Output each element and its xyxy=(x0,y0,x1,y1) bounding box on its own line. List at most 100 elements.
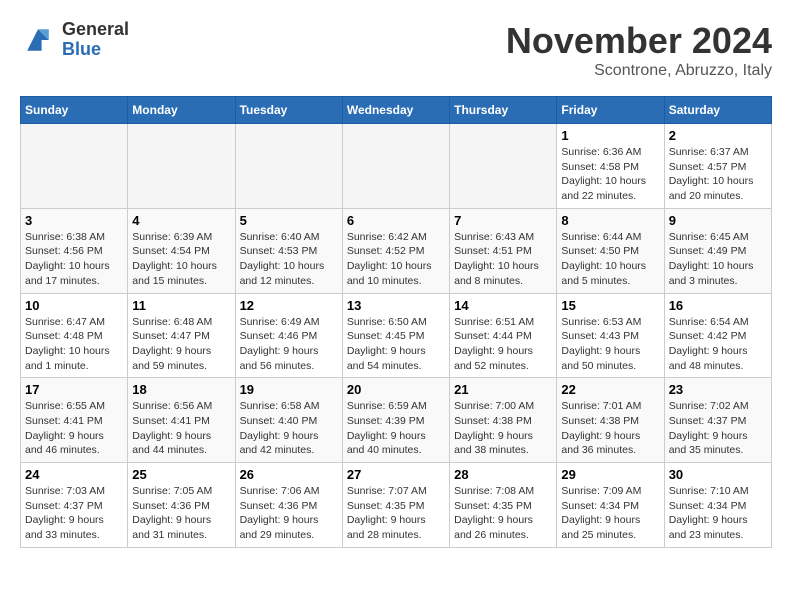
day-info: Sunrise: 6:56 AMSunset: 4:41 PMDaylight:… xyxy=(132,399,230,458)
day-number: 5 xyxy=(240,213,338,228)
day-number: 6 xyxy=(347,213,445,228)
day-info: Sunrise: 6:58 AMSunset: 4:40 PMDaylight:… xyxy=(240,399,338,458)
day-info: Sunrise: 6:50 AMSunset: 4:45 PMDaylight:… xyxy=(347,315,445,374)
weekday-header: Wednesday xyxy=(342,97,449,124)
calendar-week-row: 3Sunrise: 6:38 AMSunset: 4:56 PMDaylight… xyxy=(21,208,772,293)
day-info: Sunrise: 7:09 AMSunset: 4:34 PMDaylight:… xyxy=(561,484,659,543)
title-block: November 2024 Scontrone, Abruzzo, Italy xyxy=(506,20,772,80)
location-title: Scontrone, Abruzzo, Italy xyxy=(506,62,772,80)
day-number: 30 xyxy=(669,467,767,482)
calendar-cell: 24Sunrise: 7:03 AMSunset: 4:37 PMDayligh… xyxy=(21,463,128,548)
day-number: 11 xyxy=(132,298,230,313)
day-info: Sunrise: 6:54 AMSunset: 4:42 PMDaylight:… xyxy=(669,315,767,374)
calendar-cell: 18 Sunrise: 6:56 AMSunset: 4:41 PMDayligh… xyxy=(128,378,235,463)
day-number: 25 xyxy=(132,467,230,482)
day-info: Sunrise: 6:40 AMSunset: 4:53 PMDaylight:… xyxy=(240,230,338,289)
calendar-cell xyxy=(21,124,128,209)
calendar-cell xyxy=(342,124,449,209)
calendar-cell: 29 Sunrise: 7:09 AMSunset: 4:34 PMDayligh… xyxy=(557,463,664,548)
day-info: Sunrise: 7:07 AMSunset: 4:35 PMDaylight:… xyxy=(347,484,445,543)
calendar-week-row: 17 Sunrise: 6:55 AMSunset: 4:41 PMDayligh… xyxy=(21,378,772,463)
calendar-cell: 15 Sunrise: 6:53 AMSunset: 4:43 PMDayligh… xyxy=(557,293,664,378)
page-header: General Blue November 2024 Scontrone, Ab… xyxy=(20,20,772,80)
logo-text: General Blue xyxy=(62,20,129,60)
day-number: 18 xyxy=(132,382,230,397)
day-info: Sunrise: 7:02 AMSunset: 4:37 PMDaylight:… xyxy=(669,399,767,458)
day-info: Sunrise: 7:05 AMSunset: 4:36 PMDaylight:… xyxy=(132,484,230,543)
calendar-cell: 28Sunrise: 7:08 AMSunset: 4:35 PMDayligh… xyxy=(450,463,557,548)
day-number: 9 xyxy=(669,213,767,228)
day-number: 26 xyxy=(240,467,338,482)
day-info: Sunrise: 6:48 AMSunset: 4:47 PMDaylight:… xyxy=(132,315,230,374)
calendar-cell: 26Sunrise: 7:06 AMSunset: 4:36 PMDayligh… xyxy=(235,463,342,548)
day-number: 4 xyxy=(132,213,230,228)
day-number: 21 xyxy=(454,382,552,397)
day-number: 29 xyxy=(561,467,659,482)
day-number: 8 xyxy=(561,213,659,228)
day-number: 20 xyxy=(347,382,445,397)
day-info: Sunrise: 7:00 AMSunset: 4:38 PMDaylight:… xyxy=(454,399,552,458)
day-info: Sunrise: 6:45 AMSunset: 4:49 PMDaylight:… xyxy=(669,230,767,289)
day-number: 1 xyxy=(561,128,659,143)
weekday-header: Monday xyxy=(128,97,235,124)
calendar-cell: 13 Sunrise: 6:50 AMSunset: 4:45 PMDayligh… xyxy=(342,293,449,378)
day-info: Sunrise: 6:42 AMSunset: 4:52 PMDaylight:… xyxy=(347,230,445,289)
calendar-cell: 22 Sunrise: 7:01 AMSunset: 4:38 PMDayligh… xyxy=(557,378,664,463)
calendar-week-row: 24Sunrise: 7:03 AMSunset: 4:37 PMDayligh… xyxy=(21,463,772,548)
day-number: 19 xyxy=(240,382,338,397)
day-info: Sunrise: 7:01 AMSunset: 4:38 PMDaylight:… xyxy=(561,399,659,458)
calendar-cell: 6 Sunrise: 6:42 AMSunset: 4:52 PMDaylight… xyxy=(342,208,449,293)
calendar-table: SundayMondayTuesdayWednesdayThursdayFrid… xyxy=(20,96,772,548)
calendar-cell: 21 Sunrise: 7:00 AMSunset: 4:38 PMDayligh… xyxy=(450,378,557,463)
day-number: 14 xyxy=(454,298,552,313)
day-info: Sunrise: 6:51 AMSunset: 4:44 PMDaylight:… xyxy=(454,315,552,374)
day-number: 16 xyxy=(669,298,767,313)
calendar-cell: 10Sunrise: 6:47 AMSunset: 4:48 PMDayligh… xyxy=(21,293,128,378)
calendar-cell: 12 Sunrise: 6:49 AMSunset: 4:46 PMDayligh… xyxy=(235,293,342,378)
month-title: November 2024 xyxy=(506,20,772,62)
calendar-cell: 27Sunrise: 7:07 AMSunset: 4:35 PMDayligh… xyxy=(342,463,449,548)
calendar-cell: 2 Sunrise: 6:37 AMSunset: 4:57 PMDaylight… xyxy=(664,124,771,209)
calendar-cell: 9 Sunrise: 6:45 AMSunset: 4:49 PMDaylight… xyxy=(664,208,771,293)
calendar-cell: 4Sunrise: 6:39 AMSunset: 4:54 PMDaylight… xyxy=(128,208,235,293)
day-info: Sunrise: 7:08 AMSunset: 4:35 PMDaylight:… xyxy=(454,484,552,543)
day-info: Sunrise: 6:49 AMSunset: 4:46 PMDaylight:… xyxy=(240,315,338,374)
calendar-week-row: 1 Sunrise: 6:36 AMSunset: 4:58 PMDaylight… xyxy=(21,124,772,209)
day-number: 13 xyxy=(347,298,445,313)
weekday-header: Saturday xyxy=(664,97,771,124)
day-number: 24 xyxy=(25,467,123,482)
day-number: 17 xyxy=(25,382,123,397)
calendar-cell: 8 Sunrise: 6:44 AMSunset: 4:50 PMDaylight… xyxy=(557,208,664,293)
calendar-cell: 19 Sunrise: 6:58 AMSunset: 4:40 PMDayligh… xyxy=(235,378,342,463)
calendar-cell: 5 Sunrise: 6:40 AMSunset: 4:53 PMDaylight… xyxy=(235,208,342,293)
calendar-cell: 25 Sunrise: 7:05 AMSunset: 4:36 PMDayligh… xyxy=(128,463,235,548)
day-info: Sunrise: 6:53 AMSunset: 4:43 PMDaylight:… xyxy=(561,315,659,374)
calendar-week-row: 10Sunrise: 6:47 AMSunset: 4:48 PMDayligh… xyxy=(21,293,772,378)
calendar-cell: 7 Sunrise: 6:43 AMSunset: 4:51 PMDaylight… xyxy=(450,208,557,293)
day-number: 12 xyxy=(240,298,338,313)
weekday-header: Thursday xyxy=(450,97,557,124)
day-info: Sunrise: 6:38 AMSunset: 4:56 PMDaylight:… xyxy=(25,230,123,289)
day-info: Sunrise: 6:47 AMSunset: 4:48 PMDaylight:… xyxy=(25,315,123,374)
calendar-header-row: SundayMondayTuesdayWednesdayThursdayFrid… xyxy=(21,97,772,124)
day-info: Sunrise: 6:37 AMSunset: 4:57 PMDaylight:… xyxy=(669,145,767,204)
day-number: 7 xyxy=(454,213,552,228)
calendar-cell xyxy=(235,124,342,209)
day-number: 22 xyxy=(561,382,659,397)
day-number: 2 xyxy=(669,128,767,143)
day-info: Sunrise: 6:55 AMSunset: 4:41 PMDaylight:… xyxy=(25,399,123,458)
calendar-cell: 30 Sunrise: 7:10 AMSunset: 4:34 PMDayligh… xyxy=(664,463,771,548)
day-number: 15 xyxy=(561,298,659,313)
calendar-cell xyxy=(450,124,557,209)
logo: General Blue xyxy=(20,20,129,60)
day-info: Sunrise: 6:44 AMSunset: 4:50 PMDaylight:… xyxy=(561,230,659,289)
weekday-header: Sunday xyxy=(21,97,128,124)
day-info: Sunrise: 6:36 AMSunset: 4:58 PMDaylight:… xyxy=(561,145,659,204)
day-info: Sunrise: 7:10 AMSunset: 4:34 PMDaylight:… xyxy=(669,484,767,543)
weekday-header: Tuesday xyxy=(235,97,342,124)
day-info: Sunrise: 6:43 AMSunset: 4:51 PMDaylight:… xyxy=(454,230,552,289)
calendar-cell: 16 Sunrise: 6:54 AMSunset: 4:42 PMDayligh… xyxy=(664,293,771,378)
weekday-header: Friday xyxy=(557,97,664,124)
calendar-cell: 3Sunrise: 6:38 AMSunset: 4:56 PMDaylight… xyxy=(21,208,128,293)
day-number: 23 xyxy=(669,382,767,397)
